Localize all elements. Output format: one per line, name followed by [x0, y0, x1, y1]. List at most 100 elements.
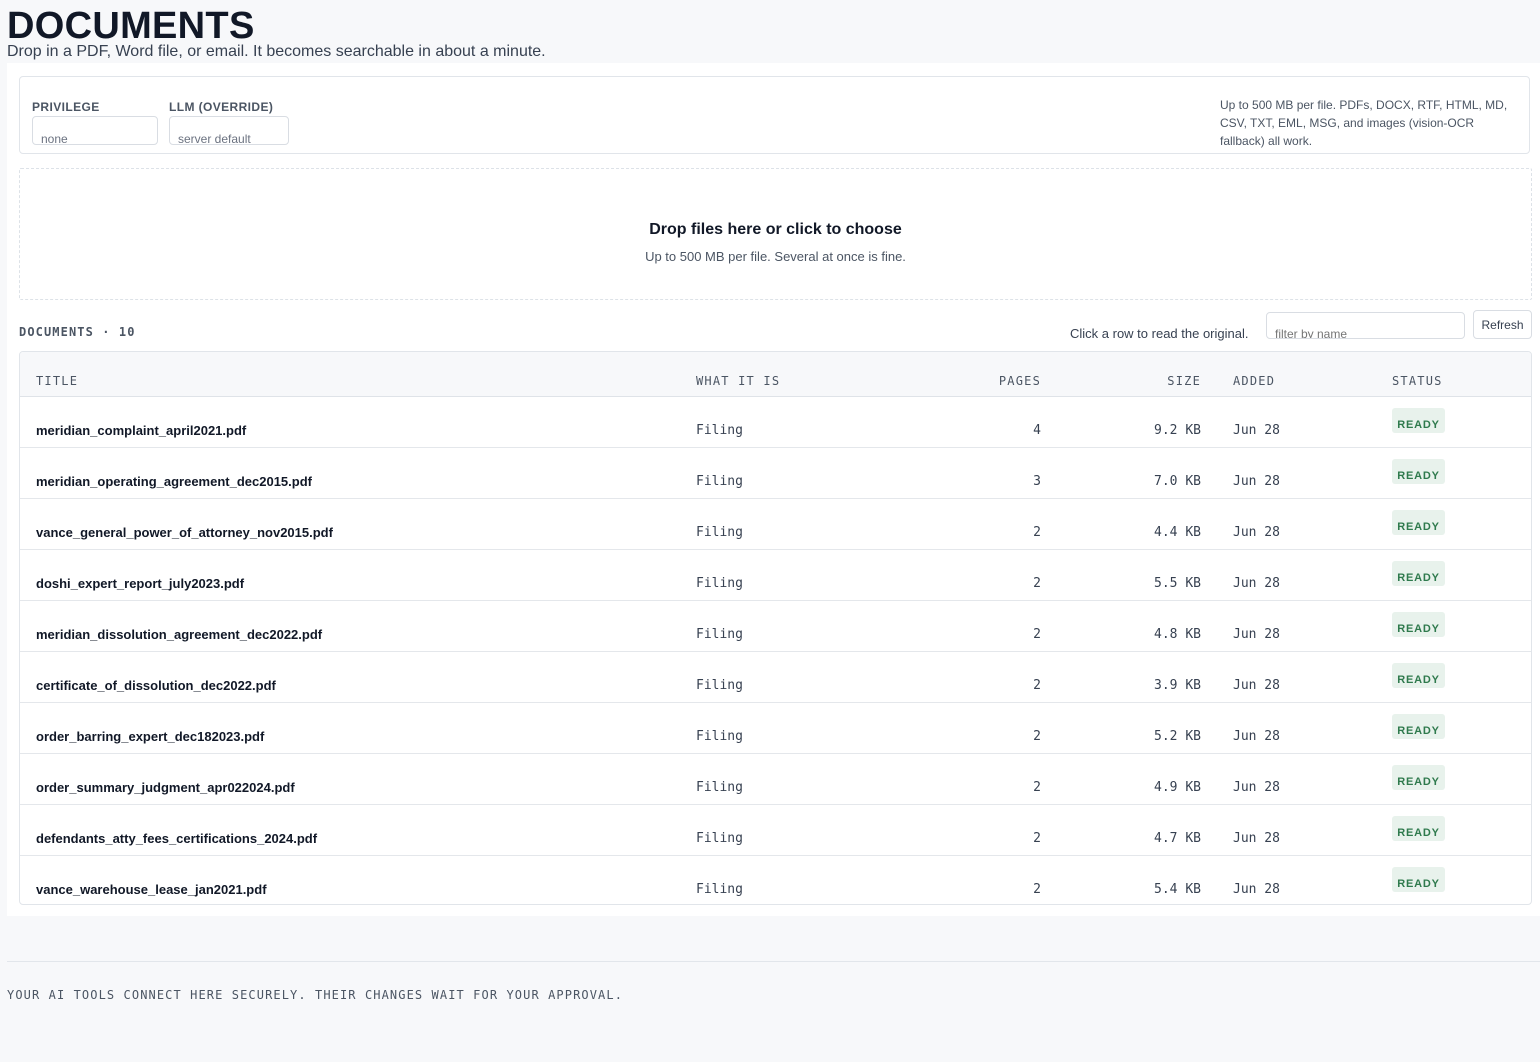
documents-table-body: meridian_complaint_april2021.pdf Filing …: [20, 396, 1531, 904]
document-size-cell: 5.5 KB: [1041, 549, 1201, 601]
documents-page: DOCUMENTS Drop in a PDF, Word file, or e…: [0, 0, 1540, 1062]
document-pages-cell: 2: [976, 498, 1041, 550]
llm-override-label: LLM (OVERRIDE): [169, 100, 274, 114]
documents-count-heading: DOCUMENTS · 10: [19, 325, 136, 339]
document-kind-cell: Filing: [696, 549, 976, 601]
document-kind-cell: Filing: [696, 447, 976, 499]
document-kind-cell: Filing: [696, 600, 976, 652]
refresh-button[interactable]: Refresh: [1473, 310, 1532, 339]
table-row[interactable]: vance_general_power_of_attorney_nov2015.…: [20, 498, 1531, 550]
status-badge: READY: [1392, 815, 1445, 841]
dropzone-title: Drop files here or click to choose: [649, 221, 902, 238]
page-subtitle: Drop in a PDF, Word file, or email. It b…: [7, 43, 546, 60]
document-title-cell: certificate_of_dissolution_dec2022.pdf: [20, 651, 696, 703]
document-status-cell: READY: [1392, 804, 1531, 856]
document-kind-cell: Filing: [696, 804, 976, 856]
document-title-cell: doshi_expert_report_july2023.pdf: [20, 549, 696, 601]
document-status-cell: READY: [1392, 651, 1531, 703]
footer-security-note: YOUR AI TOOLS CONNECT HERE SECURELY. THE…: [7, 988, 624, 1002]
document-kind-cell: Filing: [696, 498, 976, 550]
document-size-cell: 5.4 KB: [1154, 882, 1201, 897]
document-status-cell: READY: [1392, 600, 1531, 652]
document-title-cell: order_barring_expert_dec182023.pdf: [20, 702, 696, 754]
document-title-cell: order_summary_judgment_apr022024.pdf: [20, 753, 696, 805]
status-badge: READY: [1392, 509, 1445, 535]
document-kind-cell: Filing: [696, 753, 976, 805]
document-size-cell: 9.2 KB: [1041, 396, 1201, 448]
documents-content: PRIVILEGE none LLM (OVERRIDE) server def…: [7, 63, 1540, 916]
status-badge: READY: [1392, 611, 1445, 637]
document-title-cell: vance_general_power_of_attorney_nov2015.…: [20, 498, 696, 550]
document-status-cell: READY: [1392, 753, 1531, 805]
document-pages-cell: 2: [976, 702, 1041, 754]
table-row[interactable]: meridian_dissolution_agreement_dec2022.p…: [20, 600, 1531, 652]
document-status-cell: READY: [1392, 702, 1531, 754]
llm-override-field: LLM (OVERRIDE) server default: [169, 100, 289, 145]
document-added-cell: Jun 28: [1201, 498, 1392, 550]
document-added-cell: Jun 28: [1201, 804, 1392, 856]
document-pages-cell: 4: [976, 396, 1041, 448]
status-badge: READY: [1392, 662, 1445, 688]
document-size-cell: 4.9 KB: [1041, 753, 1201, 805]
file-dropzone[interactable]: Drop files here or click to choose Up to…: [19, 168, 1532, 300]
document-title-cell: meridian_complaint_april2021.pdf: [20, 396, 696, 448]
pages-column-header: PAGES: [976, 352, 1041, 397]
footer-divider: [7, 961, 1540, 962]
document-size-cell: 5.2 KB: [1041, 702, 1201, 754]
document-kind-cell: Filing: [696, 882, 743, 897]
upload-format-hint: Up to 500 MB per file. PDFs, DOCX, RTF, …: [1220, 98, 1508, 148]
documents-table-header-row: TITLE WHAT IT IS PAGES SIZE ADDED STATUS: [20, 352, 1531, 397]
size-column-header: SIZE: [1041, 352, 1201, 397]
page-title: DOCUMENTS: [7, 5, 255, 47]
document-added-cell: Jun 28: [1233, 882, 1280, 897]
document-status-cell: READY: [1392, 396, 1531, 448]
document-status-cell: READY: [1392, 498, 1531, 550]
row-click-help: Click a row to read the original.: [1070, 326, 1249, 341]
document-title-cell: meridian_dissolution_agreement_dec2022.p…: [20, 600, 696, 652]
page-header: DOCUMENTS Drop in a PDF, Word file, or e…: [7, 0, 1540, 60]
table-row[interactable]: defendants_atty_fees_certifications_2024…: [20, 804, 1531, 856]
document-pages-cell: 2: [976, 651, 1041, 703]
document-size-cell: 3.9 KB: [1041, 651, 1201, 703]
document-size-cell: 4.4 KB: [1041, 498, 1201, 550]
what-it-is-column-header: WHAT IT IS: [696, 352, 976, 397]
document-added-cell: Jun 28: [1201, 600, 1392, 652]
document-added-cell: Jun 28: [1201, 651, 1392, 703]
llm-override-value: server default: [178, 132, 251, 145]
table-row[interactable]: order_barring_expert_dec182023.pdf Filin…: [20, 702, 1531, 754]
document-pages-cell: 2: [976, 549, 1041, 601]
document-status-cell: READY: [1392, 855, 1531, 904]
title-column-header: TITLE: [20, 352, 696, 397]
privilege-select[interactable]: none: [32, 116, 158, 145]
document-title-cell: meridian_operating_agreement_dec2015.pdf: [20, 447, 696, 499]
document-pages-cell: 2: [976, 600, 1041, 652]
document-title-cell: defendants_atty_fees_certifications_2024…: [20, 804, 696, 856]
upload-settings-card: PRIVILEGE none LLM (OVERRIDE) server def…: [19, 76, 1530, 154]
document-title-cell: vance_warehouse_lease_jan2021.pdf: [36, 882, 267, 897]
document-pages-cell: 2: [976, 804, 1041, 856]
privilege-field: PRIVILEGE none: [32, 100, 158, 145]
dropzone-hint: Up to 500 MB per file. Several at once i…: [645, 249, 906, 264]
status-badge: READY: [1392, 560, 1445, 586]
table-row[interactable]: meridian_operating_agreement_dec2015.pdf…: [20, 447, 1531, 499]
status-badge: READY: [1392, 458, 1445, 484]
table-row[interactable]: vance_warehouse_lease_jan2021.pdf Filing…: [20, 855, 1531, 904]
privilege-value: none: [41, 132, 68, 145]
document-added-cell: Jun 28: [1201, 447, 1392, 499]
table-row[interactable]: order_summary_judgment_apr022024.pdf Fil…: [20, 753, 1531, 805]
added-column-header: ADDED: [1201, 352, 1392, 397]
document-status-cell: READY: [1392, 447, 1531, 499]
documents-table: TITLE WHAT IT IS PAGES SIZE ADDED STATUS…: [20, 352, 1531, 904]
filter-by-name-input[interactable]: [1266, 312, 1465, 339]
llm-override-select[interactable]: server default: [169, 116, 289, 145]
status-column-header: STATUS: [1392, 352, 1531, 397]
document-added-cell: Jun 28: [1201, 753, 1392, 805]
table-row[interactable]: certificate_of_dissolution_dec2022.pdf F…: [20, 651, 1531, 703]
table-row[interactable]: doshi_expert_report_july2023.pdf Filing …: [20, 549, 1531, 601]
document-added-cell: Jun 28: [1201, 549, 1392, 601]
document-pages-cell: 2: [976, 753, 1041, 805]
status-badge: READY: [1392, 407, 1445, 433]
document-kind-cell: Filing: [696, 651, 976, 703]
table-row[interactable]: meridian_complaint_april2021.pdf Filing …: [20, 396, 1531, 448]
document-size-cell: 7.0 KB: [1041, 447, 1201, 499]
